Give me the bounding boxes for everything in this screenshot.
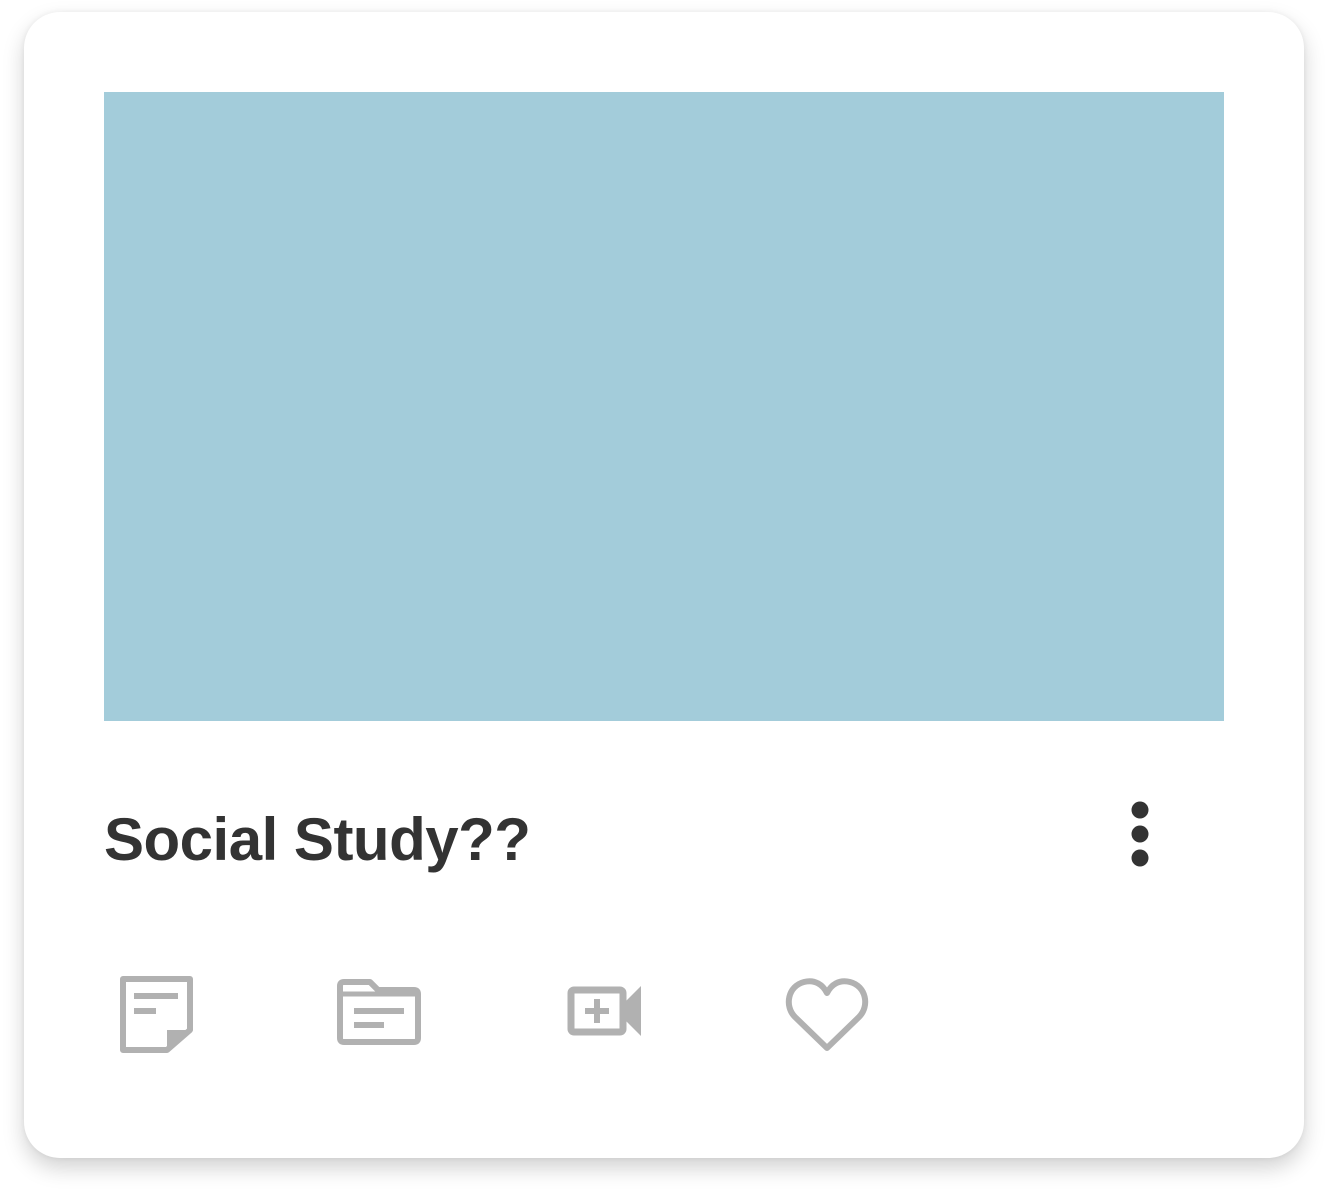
more-options-button[interactable] — [1110, 796, 1170, 876]
folder-icon — [337, 979, 421, 1045]
files-button[interactable] — [334, 972, 424, 1062]
heart-outline-icon — [785, 978, 869, 1051]
more-vertical-icon — [1131, 801, 1149, 867]
video-add-icon — [567, 986, 641, 1036]
note-icon — [120, 976, 193, 1053]
card-thumbnail[interactable] — [104, 92, 1224, 721]
favorite-button[interactable] — [782, 972, 872, 1062]
add-video-button[interactable] — [558, 972, 648, 1062]
class-card[interactable]: Social Study?? — [24, 12, 1304, 1158]
notes-button[interactable] — [110, 972, 200, 1062]
card-title[interactable]: Social Study?? — [104, 802, 531, 878]
